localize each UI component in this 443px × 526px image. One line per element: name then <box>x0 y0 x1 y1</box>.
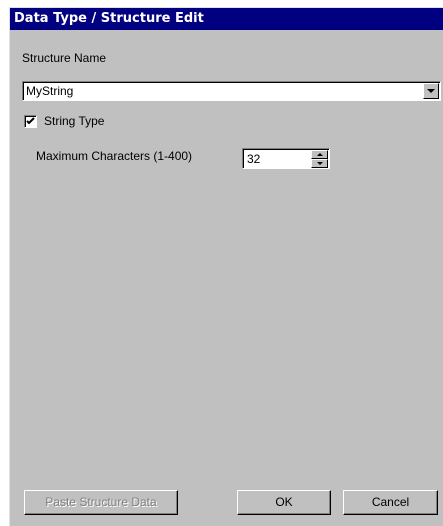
structure-name-label: Structure Name <box>22 51 107 65</box>
cancel-button[interactable]: Cancel <box>343 490 438 515</box>
checkmark-icon <box>26 117 35 125</box>
ok-label: OK <box>275 495 293 509</box>
string-type-label[interactable]: String Type <box>44 114 104 128</box>
ok-button[interactable]: OK <box>237 490 331 515</box>
title-bar: Data Type / Structure Edit <box>10 8 443 30</box>
structure-name-value[interactable]: MyString <box>26 84 73 98</box>
max-chars-spinbox[interactable]: 32 <box>242 148 330 169</box>
cancel-label: Cancel <box>371 495 410 509</box>
paste-structure-data-button[interactable]: Paste Structure Data <box>24 490 178 515</box>
spin-up-button[interactable] <box>311 150 328 159</box>
structure-name-combobox[interactable]: MyString <box>22 81 441 101</box>
string-type-checkbox[interactable] <box>24 115 37 128</box>
spin-buttons <box>311 150 328 168</box>
spin-down-button[interactable] <box>311 159 328 168</box>
chevron-down-icon <box>427 89 435 93</box>
spin-down-icon <box>316 162 323 165</box>
paste-structure-data-label: Paste Structure Data <box>45 495 157 509</box>
dialog-window: Data Type / Structure Edit Structure Nam… <box>9 7 443 526</box>
combobox-dropdown-button[interactable] <box>423 83 439 99</box>
window-title: Data Type / Structure Edit <box>14 11 204 26</box>
max-chars-label: Maximum Characters (1-400) <box>36 149 193 163</box>
max-chars-value[interactable]: 32 <box>247 152 260 166</box>
spin-up-icon <box>316 153 323 156</box>
